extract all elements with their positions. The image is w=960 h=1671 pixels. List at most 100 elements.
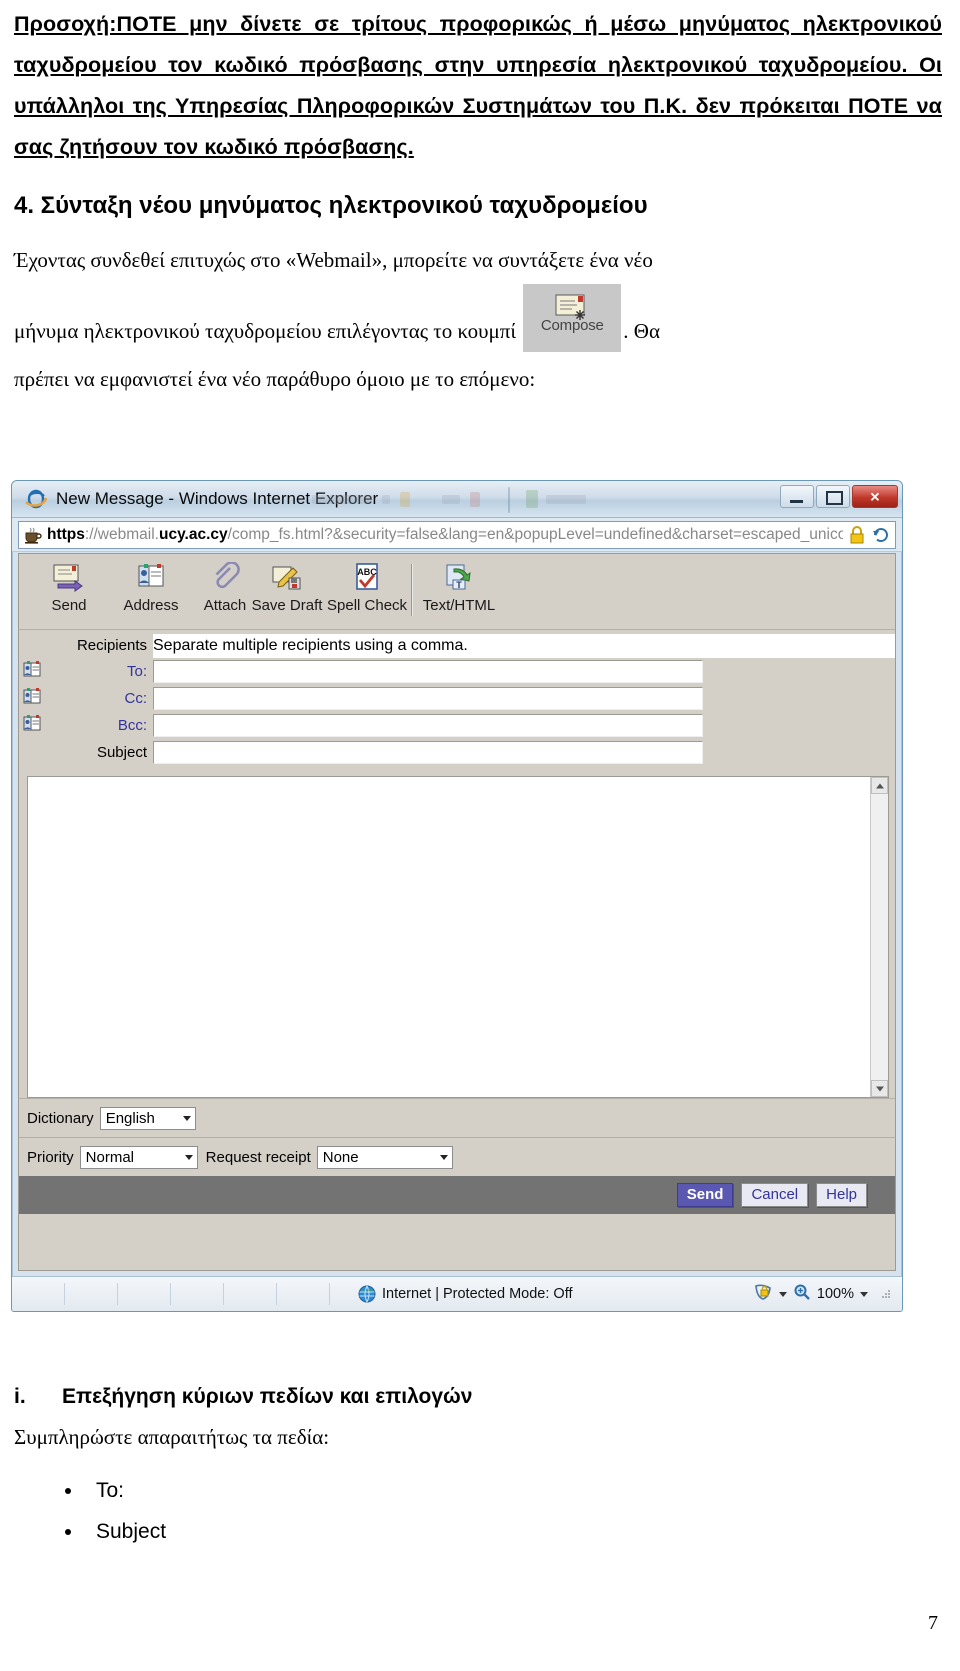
zoom-level[interactable]: 100% <box>817 1286 854 1302</box>
toolbar-separator <box>411 564 412 616</box>
toolbar-button-spell-check[interactable]: ABC Spell Check <box>327 560 407 614</box>
help-button[interactable]: Help <box>816 1183 867 1207</box>
subsection-heading-text: Επεξήγηση κύριων πεδίων και επιλογών <box>62 1385 473 1408</box>
priority-row: Priority Normal Request receipt None <box>19 1137 895 1176</box>
protected-mode-icon[interactable] <box>753 1283 773 1305</box>
subsection-heading-row: i. Επεξήγηση κύριων πεδίων και επιλογών <box>14 1385 944 1409</box>
cc-input[interactable] <box>153 687 703 710</box>
bcc-input[interactable] <box>153 714 703 737</box>
recipients-label: Recipients <box>19 634 153 658</box>
status-segment <box>171 1283 224 1305</box>
list-item: To: <box>84 1470 166 1511</box>
chevron-down-icon <box>439 1154 448 1160</box>
to-input[interactable] <box>153 660 703 683</box>
url-path: /comp_fs.html?&security=false&lang=en&po… <box>227 526 843 543</box>
subsection-intro: Συμπληρώστε απαραιτήτως τα πεδία: <box>14 1425 330 1449</box>
document-body: Προσοχή:ΠΟΤΕ μην δίνετε σε τρίτους προφο… <box>0 0 960 403</box>
cc-label: Cc: <box>124 690 148 707</box>
scroll-down-arrow-icon[interactable] <box>871 1080 888 1097</box>
security-zone[interactable]: Internet | Protected Mode: Off <box>358 1285 753 1303</box>
spell-check-icon: ABC <box>327 560 407 594</box>
intro-text-part1: Έχοντας συνδεθεί επιτυχώς στο «Webmail»,… <box>14 248 653 272</box>
toolbar-label-send: Send <box>51 597 87 614</box>
chevron-down-icon[interactable] <box>860 1291 868 1297</box>
list-item: Subject <box>84 1511 166 1552</box>
padlock-icon <box>848 525 866 545</box>
action-button-bar: Send Cancel Help <box>19 1176 895 1214</box>
send-button[interactable]: Send <box>676 1183 734 1207</box>
compose-button-label: Compose <box>540 317 604 334</box>
window-title-bar: New Message - Windows Internet Explorer … <box>12 481 902 518</box>
internet-explorer-icon <box>24 487 48 511</box>
intro-text-part2: μήνυμα ηλεκτρονικού ταχυδρομείου επιλέγο… <box>14 319 517 343</box>
security-warning-text: Προσοχή:ΠΟΤΕ μην δίνετε σε τρίτους προφο… <box>14 12 942 159</box>
subject-input[interactable] <box>153 741 703 764</box>
priority-label: Priority <box>27 1148 74 1166</box>
url-separator: ://webmail. <box>84 526 159 543</box>
recipients-header-row: Recipients Separate multiple recipients … <box>19 634 895 658</box>
subject-label: Subject <box>96 744 147 761</box>
toolbar-label-address: Address <box>123 597 179 614</box>
request-receipt-label: Request receipt <box>205 1148 311 1166</box>
chevron-down-icon <box>182 1115 191 1121</box>
scroll-up-arrow-icon[interactable] <box>871 777 888 794</box>
toolbar-label-text-html: Text/HTML <box>422 597 496 614</box>
webmail-toolbar: Send Address Attach Save Draft ABC Spell… <box>19 554 895 630</box>
field-row-subject: Subject <box>19 739 895 766</box>
security-warning-paragraph: Προσοχή:ΠΟΤΕ μην δίνετε σε τρίτους προφο… <box>0 0 960 168</box>
globe-icon <box>358 1285 376 1303</box>
status-right-group: 100% <box>753 1283 902 1305</box>
status-segment <box>224 1283 277 1305</box>
resize-grip-icon[interactable] <box>880 1288 892 1300</box>
intro-text-part4: πρέπει να εμφανιστεί ένα νέο παράθυρο όμ… <box>14 367 536 391</box>
dictionary-value: English <box>105 1109 155 1127</box>
field-row-cc: Cc: <box>19 685 895 712</box>
refresh-icon[interactable] <box>871 525 891 545</box>
cancel-button[interactable]: Cancel <box>741 1183 809 1207</box>
address-book-picker-icon[interactable] <box>19 687 45 710</box>
close-button[interactable]: ✕ <box>852 485 898 508</box>
request-receipt-value: None <box>322 1148 359 1166</box>
internet-explorer-window: New Message - Windows Internet Explorer … <box>11 480 903 1312</box>
address-book-picker-icon[interactable] <box>19 714 45 737</box>
send-envelope-icon <box>29 560 109 594</box>
toolbar-button-save-draft[interactable]: Save Draft <box>247 560 327 614</box>
zoom-icon[interactable] <box>793 1283 811 1305</box>
status-segment <box>65 1283 118 1305</box>
toolbar-label-spell-check: Spell Check <box>327 597 408 614</box>
field-row-bcc: Bcc: <box>19 712 895 739</box>
required-fields-list: To: Subject <box>58 1470 166 1552</box>
browser-status-bar: Internet | Protected Mode: Off 100% <box>12 1276 902 1311</box>
url-scheme: https <box>47 526 85 543</box>
address-bar[interactable]: https://webmail.ucy.ac.cy/comp_fs.html?&… <box>18 521 896 549</box>
message-body-textarea[interactable] <box>27 776 889 1098</box>
toolbar-button-address[interactable]: Address <box>111 560 191 614</box>
webmail-compose-page: Send Address Attach Save Draft ABC Spell… <box>18 553 896 1271</box>
status-segment <box>277 1283 330 1305</box>
address-book-picker-icon[interactable] <box>19 660 45 683</box>
bcc-label: Bcc: <box>117 717 147 734</box>
address-bar-row: https://webmail.ucy.ac.cy/comp_fs.html?&… <box>12 518 902 552</box>
to-label: To: <box>126 663 147 680</box>
security-zone-text: Internet | Protected Mode: Off <box>382 1286 573 1302</box>
recipients-hint: Separate multiple recipients using a com… <box>153 637 468 654</box>
field-row-to: To: <box>19 658 895 685</box>
faded-tabs-area <box>312 487 672 513</box>
intro-text-part3: . Θα <box>623 319 660 343</box>
body-scrollbar[interactable] <box>870 777 888 1097</box>
status-segment <box>118 1283 171 1305</box>
address-bar-url[interactable]: https://webmail.ucy.ac.cy/comp_fs.html?&… <box>47 526 843 544</box>
chevron-down-icon[interactable] <box>778 1291 787 1297</box>
page-number: 7 <box>928 1612 938 1634</box>
request-receipt-select[interactable]: None <box>316 1145 453 1169</box>
priority-select[interactable]: Normal <box>79 1145 198 1169</box>
toolbar-button-send[interactable]: Send <box>29 560 109 614</box>
priority-value: Normal <box>85 1148 135 1166</box>
minimize-button[interactable] <box>780 485 814 508</box>
dictionary-select[interactable]: English <box>99 1106 196 1130</box>
intro-paragraph: Έχοντας συνδεθεί επιτυχώς στο «Webmail»,… <box>0 220 960 403</box>
chevron-down-icon <box>184 1154 193 1160</box>
maximize-button[interactable] <box>816 485 850 508</box>
window-controls[interactable]: ✕ <box>780 485 898 508</box>
toolbar-button-text-html[interactable]: T Text/HTML <box>419 560 499 614</box>
